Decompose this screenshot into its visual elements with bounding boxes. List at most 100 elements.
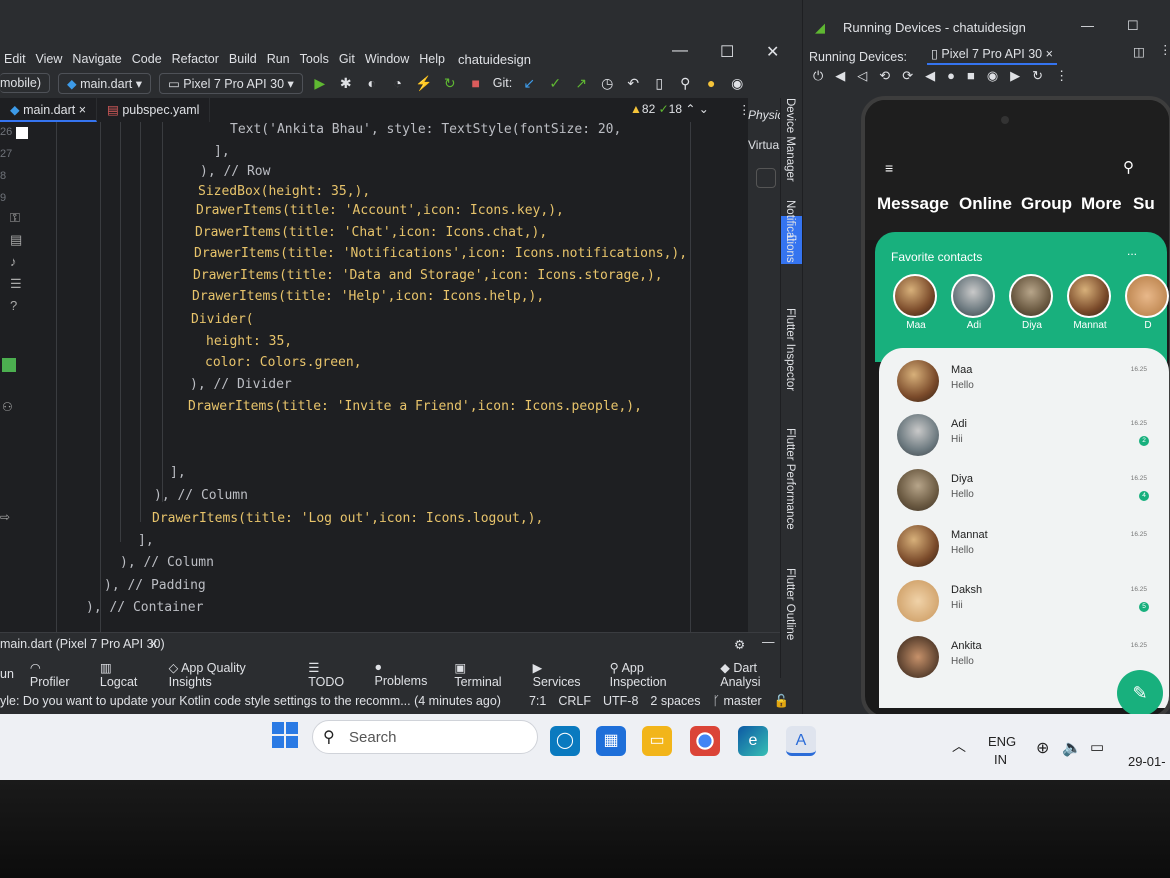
settings-gear-icon[interactable]: ⚙ (734, 637, 745, 652)
reset-icon[interactable]: ↻ (1032, 68, 1043, 90)
minimize-panel-icon[interactable]: — (1081, 18, 1094, 33)
close-run-tab-icon[interactable]: × (150, 637, 157, 651)
logcat-tab[interactable]: ▥ Logcat (100, 660, 153, 689)
search-icon[interactable]: ⚲ (1123, 158, 1134, 176)
start-button[interactable] (272, 722, 298, 748)
menu-icon[interactable]: ≡ (885, 160, 893, 176)
menu-navigate[interactable]: Navigate (72, 52, 121, 66)
menu-help[interactable]: Help (419, 52, 445, 66)
debug-icon[interactable]: ✱ (337, 75, 355, 92)
status-message[interactable]: yle: Do you want to update your Kotlin c… (0, 694, 501, 708)
cortana-app-icon[interactable]: ◯ (550, 726, 580, 756)
avatar[interactable] (1009, 274, 1053, 318)
lock-icon[interactable]: 🔓 (774, 694, 790, 709)
run-tab[interactable]: main.dart (Pixel 7 Pro API 30) (0, 637, 165, 651)
menu-view[interactable]: View (36, 52, 63, 66)
chat-item[interactable]: Maa Hello 16.25 (879, 360, 1169, 416)
config-selector[interactable]: mobile) (0, 73, 50, 93)
tab-group[interactable]: Group (1021, 194, 1072, 214)
overview-icon[interactable]: ■ (967, 68, 975, 90)
screenshot-icon[interactable]: ◉ (987, 68, 998, 90)
menu-window[interactable]: Window (365, 52, 409, 66)
avatar[interactable] (1125, 274, 1169, 318)
terminal-tab[interactable]: ▣ Terminal (454, 660, 516, 689)
power-icon[interactable]: ⏻ (813, 68, 823, 90)
device-manager-tab[interactable]: Device Manager (784, 98, 796, 182)
add-device-button[interactable] (756, 168, 776, 188)
chat-item[interactable]: Diya Hello 16.25 4 (879, 469, 1169, 525)
more-dots-icon[interactable]: ... (1127, 244, 1137, 258)
chevron-down-icon[interactable]: ⌄ (699, 102, 709, 116)
screen-record-icon[interactable]: ▶ (1010, 68, 1020, 90)
close-tab-icon[interactable]: × (79, 103, 86, 117)
app-quality-insights-tab[interactable]: ◇ App Quality Insights (169, 660, 293, 689)
flutter-inspector-tab[interactable]: Flutter Inspector (784, 308, 796, 391)
inspection-widget[interactable]: ▲82 ✓18 ⌃ ⌄ (630, 102, 709, 116)
language-code[interactable]: ENG (988, 734, 1016, 749)
file-encoding[interactable]: UTF-8 (603, 694, 638, 708)
menu-build[interactable]: Build (229, 52, 257, 66)
rotate-left-icon[interactable]: ⟲ (879, 68, 890, 90)
indent-setting[interactable]: 2 spaces (650, 694, 700, 708)
file-explorer-icon[interactable]: ▭ (642, 726, 672, 756)
maximize-panel-icon[interactable]: ☐ (1127, 18, 1139, 34)
volume-up-icon[interactable]: ◀ (835, 68, 845, 90)
network-icon[interactable]: ⊕ (1036, 738, 1049, 758)
git-commit-icon[interactable]: ✓ (546, 75, 564, 92)
hide-panel-icon[interactable]: — (762, 635, 775, 649)
git-branch[interactable]: ᚴ master (712, 694, 761, 708)
tab-pubspec[interactable]: ▤ pubspec.yaml (97, 98, 211, 122)
more-icon[interactable]: ⋮ (1159, 42, 1170, 57)
device-manager-icon[interactable]: ▯ (650, 75, 668, 92)
cursor-position[interactable]: 7:1 (529, 694, 546, 708)
hot-reload-icon[interactable]: ⚡ (415, 75, 433, 92)
layout-icon[interactable]: ◫ (1133, 44, 1145, 59)
device-tab[interactable]: ▯ Pixel 7 Pro API 30 × (927, 44, 1057, 65)
menu-edit[interactable]: Edit (4, 52, 26, 66)
tab-main-dart[interactable]: ◆ main.dart × (0, 98, 98, 122)
run-icon[interactable]: ▶ (311, 75, 329, 92)
git-update-icon[interactable]: ↙ (520, 75, 538, 92)
rollback-icon[interactable]: ↶ (624, 75, 642, 92)
search-icon[interactable]: ⚲ (676, 75, 694, 92)
profile-icon[interactable]: ◐ (363, 75, 381, 91)
close-icon[interactable]: ✕ (766, 42, 779, 62)
services-tab[interactable]: ▶ Services (533, 660, 594, 689)
tab-online[interactable]: Online (959, 194, 1012, 214)
avatar[interactable] (893, 274, 937, 318)
dart-analysis-tab[interactable]: ◆ Dart Analysi (720, 660, 800, 689)
device-emulator[interactable]: ≡ ⚲ Message Online Group More Su Favorit… (861, 96, 1170, 720)
menu-git[interactable]: Git (339, 52, 355, 66)
line-separator[interactable]: CRLF (558, 694, 591, 708)
virtual-tab[interactable]: Virtua (748, 138, 779, 152)
profiler-tab[interactable]: ◠ Profiler (30, 660, 84, 689)
run-tool-tab[interactable]: un (0, 667, 14, 681)
chrome-icon[interactable] (690, 726, 720, 756)
git-push-icon[interactable]: ↗ (572, 75, 590, 92)
menu-code[interactable]: Code (132, 52, 162, 66)
compose-fab[interactable]: ✎ (1117, 670, 1163, 716)
maximize-icon[interactable]: ☐ (720, 42, 734, 62)
home-icon[interactable]: ● (947, 68, 955, 90)
app-inspection-tab[interactable]: ⚲ App Inspection (610, 660, 705, 689)
attach-icon[interactable]: ◔ (389, 75, 407, 91)
back-icon[interactable]: ◀ (925, 68, 935, 90)
avatar[interactable] (951, 274, 995, 318)
close-device-tab-icon[interactable]: × (1046, 47, 1053, 61)
menu-run[interactable]: Run (267, 52, 290, 66)
notifications-tab[interactable]: Notifications (784, 200, 796, 263)
tab-message[interactable]: Message (877, 194, 949, 214)
region-code[interactable]: IN (994, 752, 1007, 767)
volume-icon[interactable]: 🔈 (1062, 738, 1082, 758)
git-history-icon[interactable]: ◷ (598, 75, 616, 92)
notifications-icon[interactable]: ● (702, 75, 720, 91)
account-icon[interactable]: ◉ (728, 75, 746, 92)
flutter-performance-tab[interactable]: Flutter Performance (784, 428, 796, 530)
menu-tools[interactable]: Tools (300, 52, 329, 66)
rotate-right-icon[interactable]: ⟳ (902, 68, 913, 90)
avatar[interactable] (1067, 274, 1111, 318)
edge-icon[interactable]: e (738, 726, 768, 756)
more-options-icon[interactable]: ⋮ (1055, 68, 1068, 90)
store-app-icon[interactable]: ▦ (596, 726, 626, 756)
chat-item[interactable]: Daksh Hii 16.25 5 (879, 580, 1169, 636)
